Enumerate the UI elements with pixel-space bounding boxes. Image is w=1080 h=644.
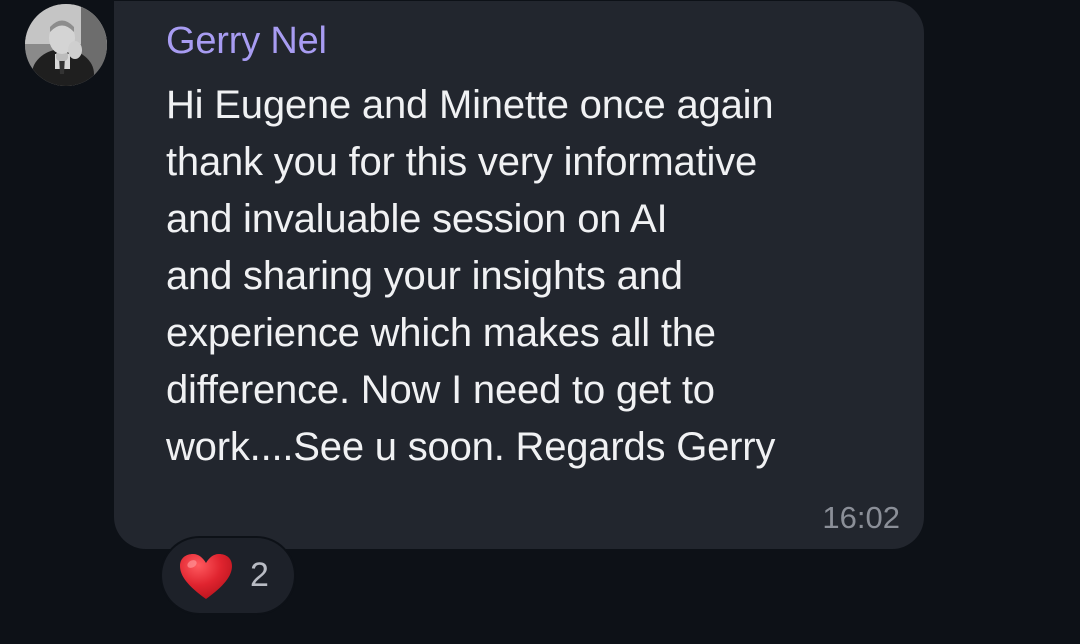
message-text: Hi Eugene and Minette once again thank y… — [166, 83, 776, 469]
avatar-photo — [25, 4, 107, 86]
reaction-chip[interactable] — [162, 538, 294, 613]
sender-avatar[interactable] — [25, 4, 107, 86]
reaction-count: 2 — [250, 556, 269, 594]
red-heart-icon — [180, 554, 232, 599]
message-timestamp: 16:02 — [822, 500, 900, 535]
sender-name[interactable]: Gerry Nel — [166, 20, 327, 63]
